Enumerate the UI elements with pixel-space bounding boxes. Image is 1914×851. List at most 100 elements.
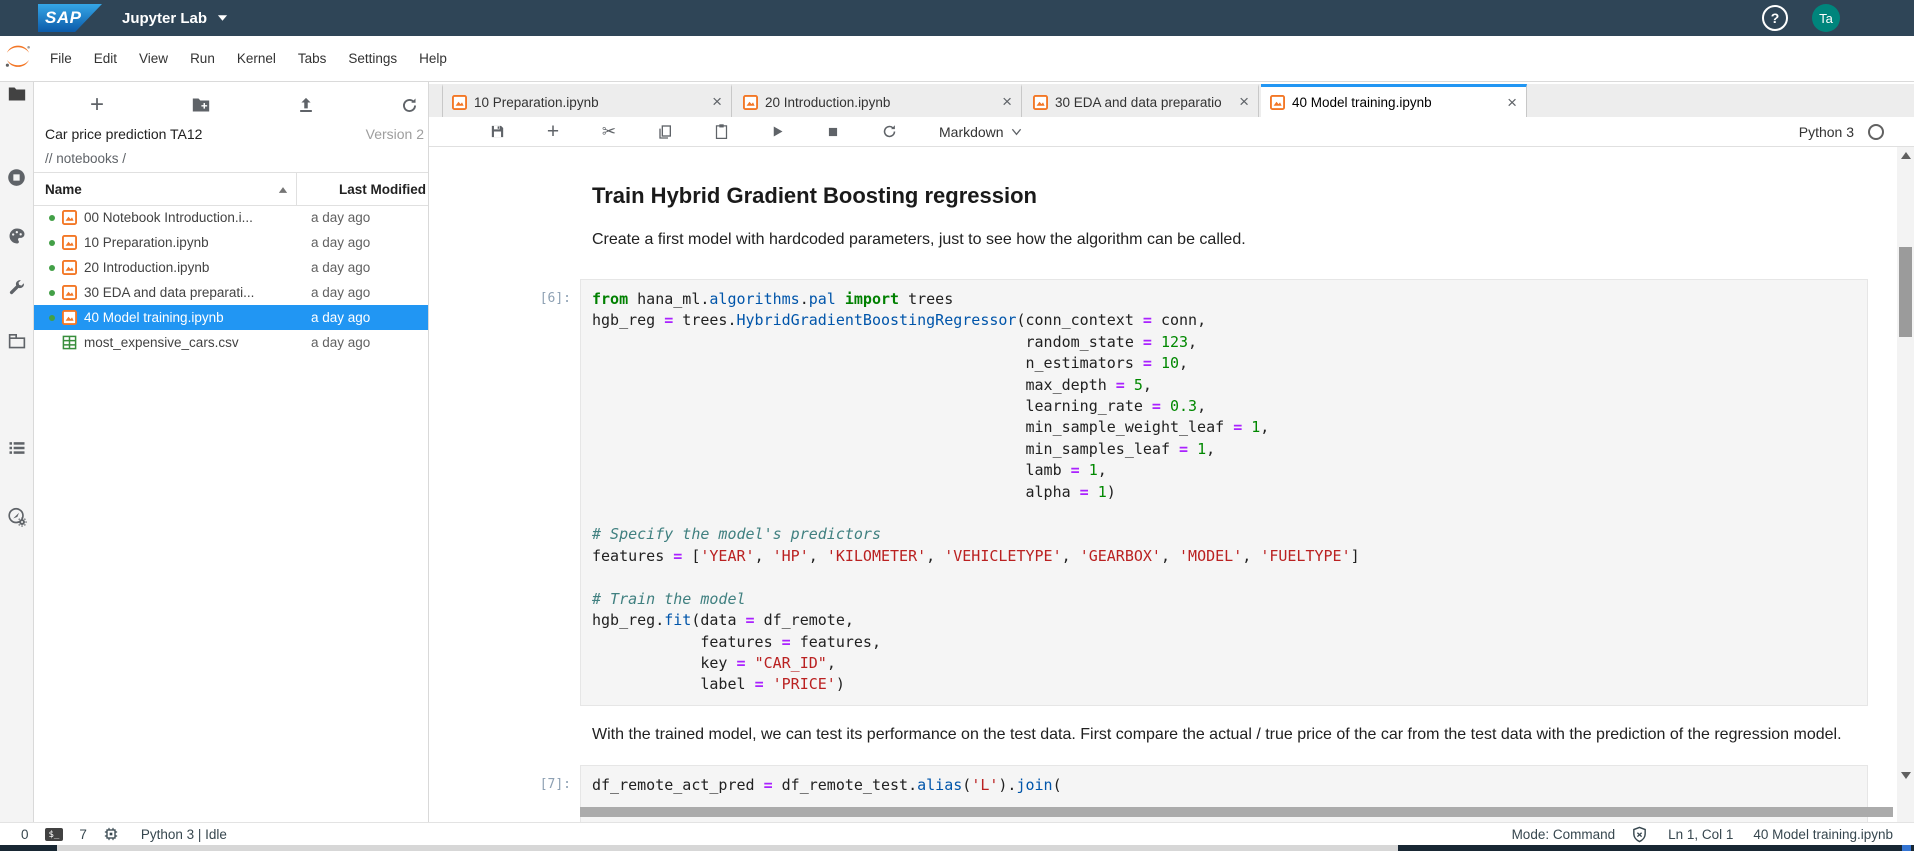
tab-10-preparation-ipynb[interactable]: 10 Preparation.ipynb × [442, 84, 732, 117]
notebook-scroll-area[interactable]: Train Hybrid Gradient Boosting regressio… [429, 147, 1897, 822]
open-tabs-icon[interactable] [0, 332, 33, 350]
breadcrumb[interactable]: // notebooks / [45, 151, 126, 166]
active-filename[interactable]: 40 Model training.ipynb [1753, 827, 1893, 842]
markdown-cell[interactable]: Train Hybrid Gradient Boosting regressio… [429, 147, 1897, 209]
inspector-gear-icon[interactable] [0, 506, 33, 528]
terminal-session-count[interactable]: 7 [79, 827, 87, 842]
file-row[interactable]: most_expensive_cars.csv a day ago [34, 330, 428, 355]
cut-cells-icon[interactable]: ✂ [597, 122, 621, 142]
code-editor[interactable]: from hana_ml.algorithms.pal import trees… [580, 279, 1868, 706]
tab-40-model-training-ipynb[interactable]: 40 Model training.ipynb × [1261, 84, 1527, 118]
menu-help[interactable]: Help [408, 51, 458, 66]
close-icon[interactable]: × [706, 92, 722, 112]
tab-label: 40 Model training.ipynb [1292, 95, 1432, 110]
notebook-file-icon [62, 235, 77, 250]
menu-file[interactable]: File [39, 51, 83, 66]
execution-count: [6]: [539, 291, 571, 306]
close-icon[interactable]: × [996, 92, 1012, 112]
restart-kernel-icon[interactable] [877, 123, 901, 140]
markdown-paragraph: Create a first model with hardcoded para… [592, 231, 1246, 248]
menu-run[interactable]: Run [179, 51, 226, 66]
file-modified: a day ago [311, 210, 371, 225]
interrupt-kernel-icon[interactable] [821, 125, 845, 139]
file-name: 10 Preparation.ipynb [84, 235, 209, 250]
file-row[interactable]: 20 Introduction.ipynb a day ago [34, 255, 428, 280]
file-name: most_expensive_cars.csv [84, 335, 239, 350]
command-mode-indicator[interactable]: Mode: Command [1512, 827, 1616, 842]
chevron-down-icon[interactable] [217, 9, 228, 27]
cpu-chip-icon[interactable] [103, 826, 119, 842]
project-title: Car price prediction TA12 [45, 126, 203, 142]
palette-icon[interactable] [0, 226, 33, 246]
running-dot [49, 314, 55, 321]
window-bottom-edge [0, 845, 1914, 851]
menu-tabs[interactable]: Tabs [287, 51, 338, 66]
sort-ascending-icon [278, 182, 288, 197]
horizontal-scrollbar[interactable] [580, 807, 1893, 817]
scrollbar-thumb[interactable] [1899, 247, 1912, 337]
file-list-header: Name Last Modified [34, 172, 428, 206]
save-icon[interactable] [485, 123, 509, 140]
chevron-down-icon [1011, 128, 1021, 135]
vertical-scrollbar[interactable] [1897, 147, 1914, 822]
notebook-file-icon [1270, 95, 1285, 110]
running-dot [49, 239, 55, 246]
file-browser-icon[interactable] [0, 85, 33, 103]
tab-label: 20 Introduction.ipynb [765, 94, 891, 110]
help-icon[interactable]: ? [1762, 5, 1788, 31]
cursor-position[interactable]: Ln 1, Col 1 [1668, 827, 1733, 842]
file-modified: a day ago [311, 285, 371, 300]
menu-edit[interactable]: Edit [83, 51, 128, 66]
scroll-up-icon[interactable] [1901, 152, 1911, 159]
running-dot [49, 214, 55, 221]
run-cell-icon[interactable] [765, 124, 789, 139]
file-row[interactable]: 40 Model training.ipynb a day ago [34, 305, 428, 330]
tab-30-eda-and-data-preparatio[interactable]: 30 EDA and data preparatio × [1024, 84, 1259, 117]
tab-20-introduction-ipynb[interactable]: 20 Introduction.ipynb × [734, 84, 1022, 117]
running-dot [49, 264, 55, 271]
new-folder-button[interactable] [188, 92, 214, 118]
tab-label: 30 EDA and data preparatio [1055, 94, 1222, 110]
file-row[interactable]: 10 Preparation.ipynb a day ago [34, 230, 428, 255]
menu-view[interactable]: View [128, 51, 179, 66]
notebook-file-icon [452, 94, 467, 110]
menu-settings[interactable]: Settings [337, 51, 408, 66]
kernel-status[interactable]: Python 3 | Idle [141, 827, 227, 842]
wrench-icon[interactable] [0, 278, 33, 297]
copy-cells-icon[interactable] [653, 124, 677, 140]
jupyter-logo-icon [3, 44, 33, 73]
markdown-cell[interactable]: With the trained model, we can test its … [429, 706, 1897, 748]
column-name[interactable]: Name [34, 182, 296, 197]
file-row[interactable]: 30 EDA and data preparati... a day ago [34, 280, 428, 305]
notebook-file-icon [62, 210, 77, 225]
refresh-file-list-button[interactable] [396, 92, 422, 118]
close-icon[interactable]: × [1233, 92, 1249, 112]
new-launcher-button[interactable]: + [84, 92, 110, 118]
code-cell[interactable]: [6]: from hana_ml.algorithms.pal import … [429, 279, 1897, 706]
kernel-idle-icon[interactable] [1868, 123, 1884, 140]
add-cell-icon[interactable]: + [541, 120, 565, 144]
avatar[interactable]: Ta [1812, 4, 1840, 32]
notebook-toolbar: + ✂ Markdown Python 3 [429, 117, 1914, 147]
upload-button[interactable] [293, 92, 319, 118]
menu-kernel[interactable]: Kernel [226, 51, 287, 66]
close-icon[interactable]: × [1501, 93, 1517, 113]
kernel-session-count[interactable]: 0 [21, 827, 29, 842]
file-name: 00 Notebook Introduction.i... [84, 210, 253, 225]
file-row[interactable]: 00 Notebook Introduction.i... a day ago [34, 205, 428, 230]
file-modified: a day ago [311, 335, 371, 350]
column-last-modified[interactable]: Last Modified [296, 173, 428, 205]
file-name: 30 EDA and data preparati... [84, 285, 255, 300]
cell-type-select[interactable]: Markdown [939, 124, 1022, 140]
trust-shield-icon[interactable] [1631, 826, 1648, 843]
paste-cells-icon[interactable] [709, 123, 733, 140]
running-kernels-icon[interactable] [0, 167, 33, 188]
terminal-icon[interactable]: $_ [44, 827, 64, 841]
project-version: Version 2 [365, 126, 424, 142]
markdown-cell[interactable]: Create a first model with hardcoded para… [429, 209, 1897, 249]
notebook-file-icon [743, 94, 758, 110]
table-of-contents-icon[interactable] [0, 438, 33, 458]
file-modified: a day ago [311, 260, 371, 275]
scroll-down-icon[interactable] [1901, 772, 1911, 779]
kernel-name[interactable]: Python 3 [1799, 124, 1854, 140]
